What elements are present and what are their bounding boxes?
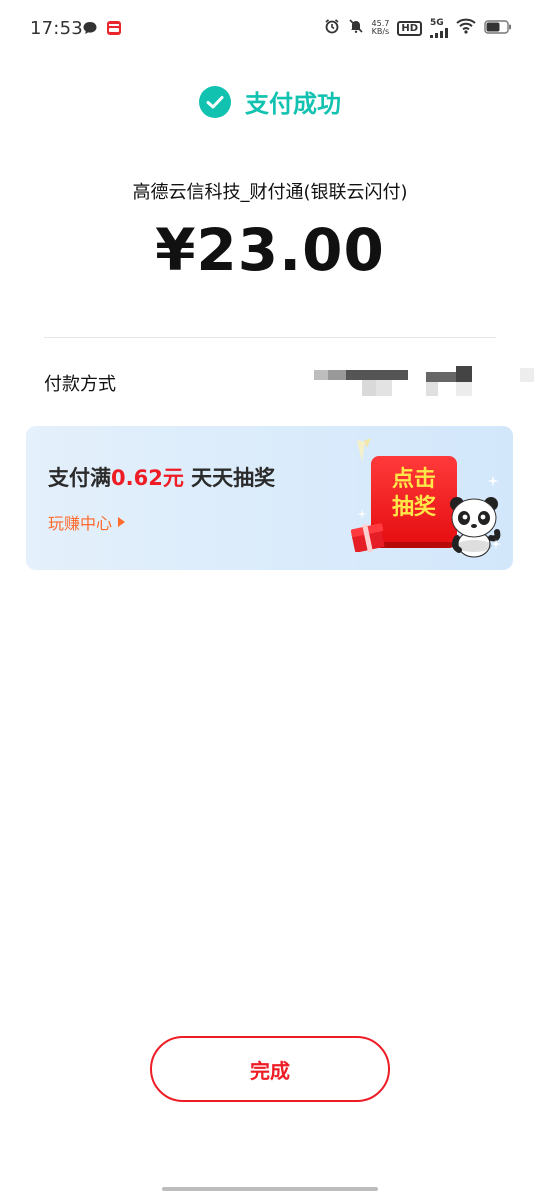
sparkle-icon — [487, 472, 499, 491]
app-notification-icon — [106, 20, 122, 36]
status-time: 17:53 — [30, 18, 83, 39]
gift-box-icon — [349, 518, 387, 556]
lottery-art: 点击 抽奖 — [349, 438, 501, 564]
success-title: 支付成功 — [245, 90, 341, 118]
battery-icon — [484, 19, 512, 38]
promo-title: 支付满0.62元 天天抽奖 — [48, 466, 276, 490]
wifi-icon — [456, 18, 476, 38]
signal-icon: 5G — [430, 18, 448, 38]
payment-method-row: 付款方式 — [44, 366, 534, 398]
home-indicator[interactable] — [162, 1187, 378, 1191]
sparkle-icon — [491, 534, 501, 553]
network-speed: 45.7 KB/s — [371, 19, 390, 36]
merchant-name: 高德云信科技_财付通(银联云闪付) — [132, 182, 408, 203]
hd-badge: HD — [397, 20, 422, 36]
done-button[interactable]: 完成 — [150, 1036, 390, 1102]
lottery-button-label: 点击 抽奖 — [391, 467, 436, 520]
mute-icon — [348, 18, 364, 38]
status-bar: 17:53 45.7 KB/s HD 5G — [0, 0, 540, 60]
play-triangle-icon — [118, 517, 126, 527]
payment-amount: ¥23.00 — [155, 216, 385, 284]
check-circle-icon — [199, 85, 231, 118]
message-bubble-icon — [82, 20, 98, 36]
promo-threshold: 0.62元 — [111, 466, 184, 490]
divider — [44, 337, 496, 338]
sparkle-icon — [357, 504, 367, 523]
payment-method-value-redacted — [270, 366, 534, 398]
success-header: 支付成功 — [0, 84, 540, 119]
lottery-promo-card[interactable]: 支付满0.62元 天天抽奖 玩赚中心 点击 抽奖 — [26, 426, 513, 570]
payment-method-label: 付款方式 — [44, 374, 116, 395]
play-earn-center-link[interactable]: 玩赚中心 — [48, 510, 126, 534]
alarm-icon — [324, 18, 340, 38]
